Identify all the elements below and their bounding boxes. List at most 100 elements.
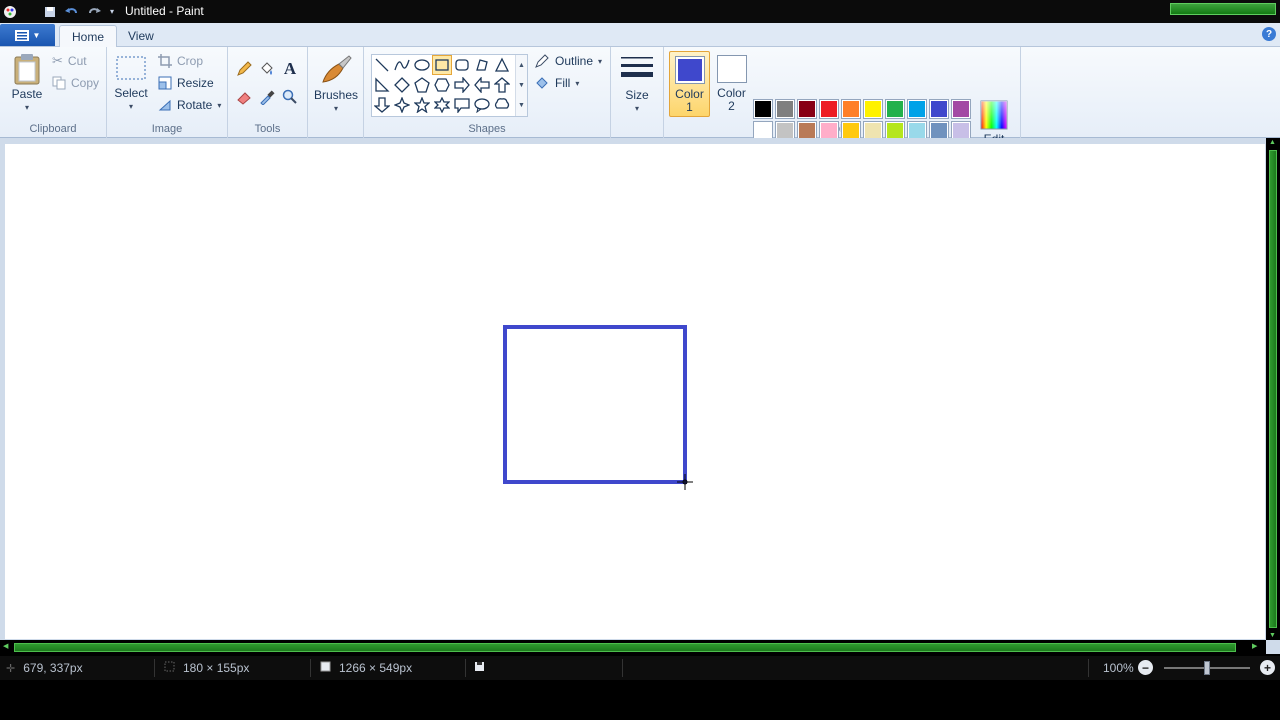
scroll-left-icon: ◀ bbox=[3, 643, 9, 650]
curve-icon bbox=[394, 59, 410, 71]
line-icon bbox=[375, 58, 389, 72]
five-point-star-shape[interactable] bbox=[412, 95, 432, 115]
horizontal-scrollbar[interactable]: ◀ ▶ bbox=[0, 640, 1266, 654]
shapes-group-label: Shapes bbox=[468, 123, 506, 135]
palette-swatch[interactable] bbox=[775, 99, 795, 119]
zoom-out-button[interactable]: − bbox=[1138, 660, 1153, 675]
scroll-right-icon: ▶ bbox=[1252, 643, 1258, 650]
right-arrow-shape[interactable] bbox=[452, 75, 472, 95]
palette-swatch[interactable] bbox=[951, 99, 971, 119]
down-arrow-shape[interactable] bbox=[372, 95, 392, 115]
palette-swatch[interactable] bbox=[841, 99, 861, 119]
color-picker-tool[interactable] bbox=[257, 88, 277, 106]
size-button[interactable]: Size ▾ bbox=[617, 54, 657, 115]
brush-icon bbox=[322, 55, 352, 83]
color2-button[interactable]: Color 2 bbox=[712, 51, 751, 117]
rect-callout-icon bbox=[454, 98, 470, 113]
eraser-tool[interactable] bbox=[234, 88, 254, 106]
six-point-star-icon bbox=[434, 97, 450, 113]
line-shape[interactable] bbox=[372, 55, 392, 75]
window-controls[interactable] bbox=[1170, 3, 1276, 15]
rounded-rectangle-shape[interactable] bbox=[452, 55, 472, 75]
palette-swatch[interactable] bbox=[797, 99, 817, 119]
four-point-star-shape[interactable] bbox=[392, 95, 412, 115]
palette-swatch[interactable] bbox=[753, 99, 773, 119]
resize-button[interactable]: Resize bbox=[158, 74, 214, 92]
six-point-star-shape[interactable] bbox=[432, 95, 452, 115]
disk-icon bbox=[474, 661, 485, 675]
horizontal-scroll-thumb[interactable] bbox=[14, 643, 1236, 652]
oval-shape[interactable] bbox=[412, 55, 432, 75]
pentagon-icon bbox=[414, 77, 430, 93]
paste-label: Paste bbox=[11, 87, 43, 101]
rotate-button[interactable]: Rotate ▾ bbox=[158, 96, 221, 114]
vertical-scrollbar[interactable]: ▲ ▼ bbox=[1266, 138, 1280, 640]
palette-swatch[interactable] bbox=[863, 99, 883, 119]
chevron-down-icon: ▼ bbox=[32, 30, 41, 40]
rect-callout-shape[interactable] bbox=[452, 95, 472, 115]
triangle-shape[interactable] bbox=[492, 55, 512, 75]
zoom-slider-thumb[interactable] bbox=[1204, 661, 1210, 675]
copy-icon bbox=[52, 76, 66, 90]
vertical-scroll-thumb[interactable] bbox=[1269, 150, 1277, 628]
paint-menu-button[interactable]: ▼ bbox=[0, 24, 55, 46]
zoom-in-button[interactable]: + bbox=[1260, 660, 1275, 675]
selection-size: 180 × 155px bbox=[164, 661, 249, 675]
rectangle-icon bbox=[435, 59, 449, 71]
cloud-callout-shape[interactable] bbox=[492, 95, 512, 115]
rotate-icon bbox=[158, 98, 172, 112]
help-icon[interactable]: ? bbox=[1262, 27, 1276, 41]
image-group-label: Image bbox=[151, 123, 183, 135]
palette-swatch[interactable] bbox=[819, 99, 839, 119]
left-arrow-shape[interactable] bbox=[472, 75, 492, 95]
fill-tool[interactable] bbox=[257, 60, 277, 78]
tab-view[interactable]: View bbox=[116, 25, 166, 47]
diamond-shape[interactable] bbox=[392, 75, 412, 95]
paint-app-icon[interactable] bbox=[2, 4, 18, 20]
eyedropper-icon bbox=[259, 89, 275, 105]
pentagon-shape[interactable] bbox=[412, 75, 432, 95]
ribbon: Paste ▾ ✂ Cut Copy Clipboard Select ▾ Cr… bbox=[0, 47, 1280, 163]
redo-icon[interactable] bbox=[86, 4, 102, 20]
hexagon-shape[interactable] bbox=[432, 75, 452, 95]
rectangle-shape[interactable] bbox=[432, 55, 452, 75]
select-rectangle-icon bbox=[116, 56, 146, 80]
text-tool[interactable]: A bbox=[280, 59, 300, 78]
eraser-icon bbox=[236, 89, 252, 105]
pencil-tool[interactable] bbox=[234, 60, 254, 78]
clipboard-group: Paste ▾ ✂ Cut Copy Clipboard bbox=[0, 47, 107, 138]
crop-button[interactable]: Crop bbox=[158, 52, 203, 70]
polygon-shape[interactable] bbox=[472, 55, 492, 75]
cut-button[interactable]: ✂ Cut bbox=[52, 52, 87, 70]
brushes-button[interactable]: Brushes ▾ bbox=[312, 54, 360, 115]
palette-swatch[interactable] bbox=[907, 99, 927, 119]
quick-access-toolbar: ▾ bbox=[2, 3, 120, 20]
scroll-up-icon: ▲ bbox=[518, 61, 525, 69]
save-icon[interactable] bbox=[42, 4, 58, 20]
magnifier-tool[interactable] bbox=[280, 88, 300, 106]
right-triangle-shape[interactable] bbox=[372, 75, 392, 95]
copy-button[interactable]: Copy bbox=[52, 74, 99, 92]
image-group: Select ▾ Crop Resize Rotate ▾ Image bbox=[107, 47, 228, 138]
undo-icon[interactable] bbox=[64, 4, 80, 20]
shapes-gallery-scroll[interactable]: ▲ ▼ ▼ bbox=[515, 55, 527, 116]
scroll-down-icon: ▼ bbox=[1269, 632, 1276, 639]
palette-swatch[interactable] bbox=[929, 99, 949, 119]
color2-swatch bbox=[716, 55, 747, 83]
customize-toolbar-icon[interactable]: ▾ bbox=[104, 4, 120, 20]
select-button[interactable]: Select ▾ bbox=[113, 54, 149, 113]
color1-button[interactable]: Color 1 bbox=[669, 51, 710, 117]
outline-button[interactable]: Outline ▾ bbox=[534, 52, 602, 70]
fill-button[interactable]: Fill ▾ bbox=[534, 74, 579, 92]
oval-callout-shape[interactable] bbox=[472, 95, 492, 115]
palette-swatch[interactable] bbox=[885, 99, 905, 119]
up-arrow-shape[interactable] bbox=[492, 75, 512, 95]
scroll-up-icon: ▲ bbox=[1269, 139, 1276, 146]
tab-home[interactable]: Home bbox=[59, 25, 118, 47]
polygon-icon bbox=[476, 59, 488, 71]
paste-button[interactable]: Paste ▾ bbox=[8, 53, 46, 114]
curve-shape[interactable] bbox=[392, 55, 412, 75]
drawn-rectangle[interactable] bbox=[503, 325, 687, 484]
selection-size-icon bbox=[164, 661, 175, 675]
resize-icon bbox=[158, 76, 172, 90]
